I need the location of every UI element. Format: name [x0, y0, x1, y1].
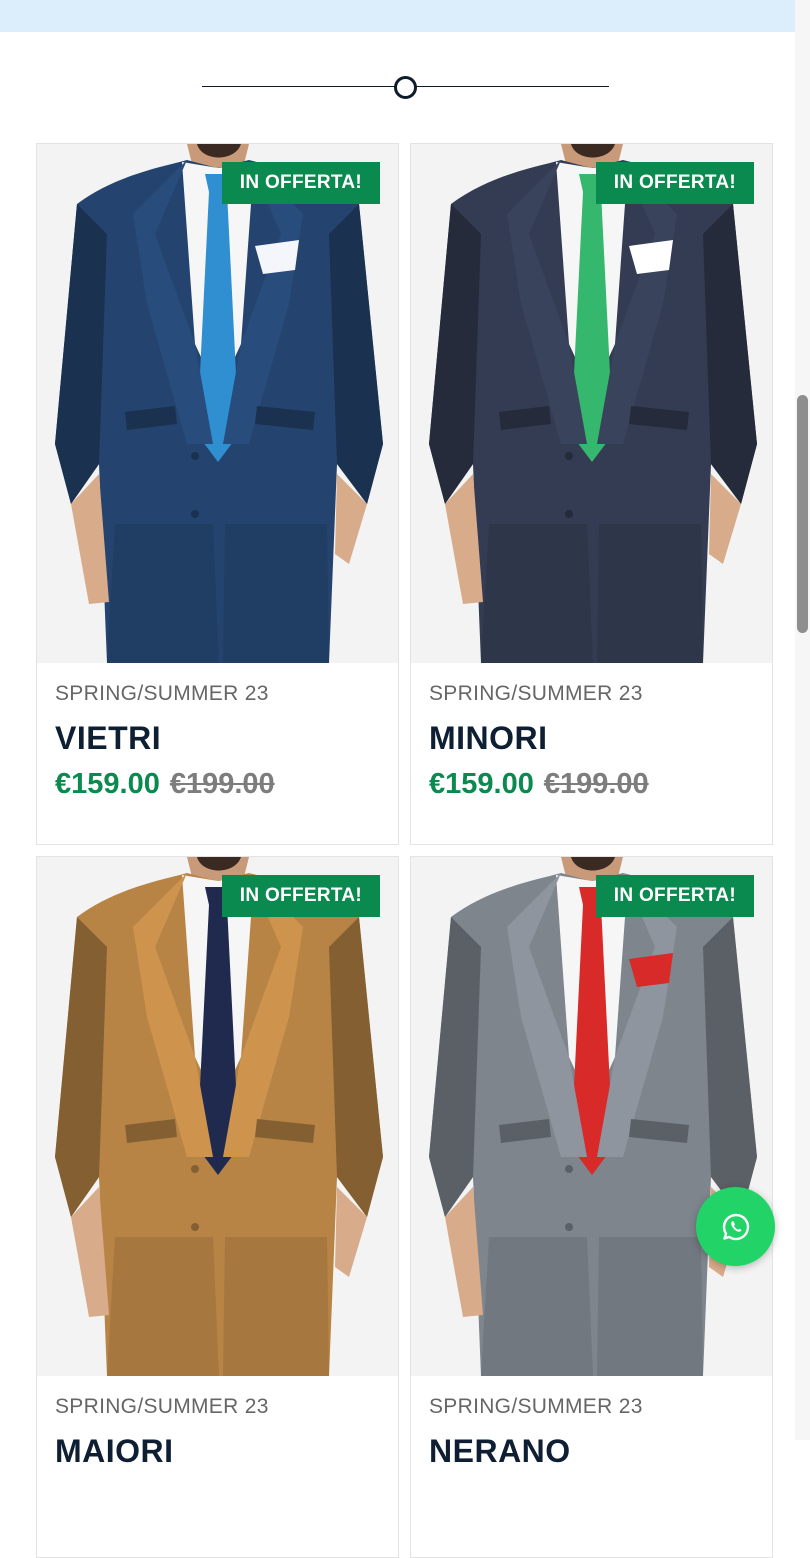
scrollbar-thumb[interactable] [797, 395, 808, 633]
pocket-square-icon [629, 240, 673, 274]
suit-illustration [411, 144, 772, 663]
regular-price: €199.00 [169, 768, 275, 800]
sale-badge: IN OFFERTA! [595, 162, 754, 204]
sale-badge: IN OFFERTA! [595, 875, 754, 917]
product-photo[interactable] [37, 857, 398, 1376]
sale-badge: IN OFFERTA! [221, 875, 380, 917]
suit-illustration [37, 144, 398, 663]
product-collection: SPRING/SUMMER 23 [429, 1395, 643, 1418]
sale-price: €159.00 [429, 768, 534, 800]
product-photo[interactable] [37, 144, 398, 663]
product-title[interactable]: MAIORI [55, 1433, 174, 1470]
product-card[interactable]: IN OFFERTA! SPRING/SUMMER 23 VIETRI €159… [36, 143, 399, 845]
sale-badge: IN OFFERTA! [221, 162, 380, 204]
product-title[interactable]: MINORI [429, 720, 548, 757]
whatsapp-icon [722, 1213, 749, 1240]
sale-price: €159.00 [55, 768, 160, 800]
product-card[interactable]: IN OFFERTA! SPRING/SUMMER 23 MAIORI [36, 856, 399, 1558]
whatsapp-chat-button[interactable] [696, 1187, 775, 1266]
suit-illustration [411, 857, 772, 1376]
regular-price: €199.00 [543, 768, 649, 800]
product-collection: SPRING/SUMMER 23 [55, 1395, 269, 1418]
product-collection: SPRING/SUMMER 23 [55, 682, 269, 705]
product-title[interactable]: VIETRI [55, 720, 161, 757]
product-photo[interactable] [411, 857, 772, 1376]
pocket-square-icon [255, 240, 299, 274]
product-prices: €159.00 €199.00 [429, 768, 649, 801]
scrollbar-track[interactable] [795, 0, 810, 1440]
product-prices: €159.00 €199.00 [55, 768, 275, 801]
product-card[interactable]: IN OFFERTA! SPRING/SUMMER 23 MINORI €159… [410, 143, 773, 845]
suit-illustration [37, 857, 398, 1376]
top-banner [0, 0, 795, 32]
product-title[interactable]: NERANO [429, 1433, 571, 1470]
section-divider [202, 74, 609, 100]
product-photo[interactable] [411, 144, 772, 663]
product-collection: SPRING/SUMMER 23 [429, 682, 643, 705]
divider-circle-icon [394, 76, 417, 99]
